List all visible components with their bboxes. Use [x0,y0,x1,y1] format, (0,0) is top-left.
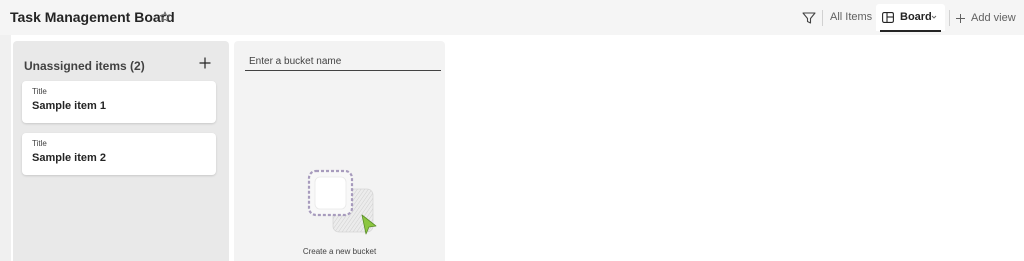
bucket-new: Create a new bucket [234,41,445,261]
view-all-items[interactable]: All Items [830,11,872,23]
bucket-title: Unassigned items (2) [24,59,145,73]
top-bar: Task Management Board All Items Board Ad… [0,0,1024,35]
create-bucket-illustration [307,169,377,235]
left-gutter [0,35,11,261]
divider [949,10,950,26]
create-bucket-label: Create a new bucket [302,247,377,256]
card-field-label: Title [32,139,47,148]
add-view-label: Add view [971,12,1016,24]
task-card[interactable]: Title Sample item 1 [22,81,216,123]
board-icon [882,12,894,23]
card-title: Sample item 1 [32,100,106,112]
plus-icon[interactable] [199,57,211,69]
view-board-tab[interactable]: Board [876,4,945,32]
page-title: Task Management Board [10,9,175,25]
active-tab-indicator [880,30,941,32]
bucket-name-input[interactable] [245,52,441,71]
add-view-button[interactable]: Add view [955,9,1016,27]
bucket-unassigned: Unassigned items (2) Title Sample item 1… [13,41,229,261]
divider [822,10,823,26]
view-board-label: Board [900,11,932,23]
chevron-down-icon[interactable] [931,14,937,20]
card-title: Sample item 2 [32,152,106,164]
filter-icon[interactable] [801,10,817,26]
task-card[interactable]: Title Sample item 2 [22,133,216,175]
board-area: Unassigned items (2) Title Sample item 1… [0,35,1024,261]
card-field-label: Title [32,87,47,96]
plus-icon [956,13,965,23]
star-icon[interactable] [159,11,171,23]
